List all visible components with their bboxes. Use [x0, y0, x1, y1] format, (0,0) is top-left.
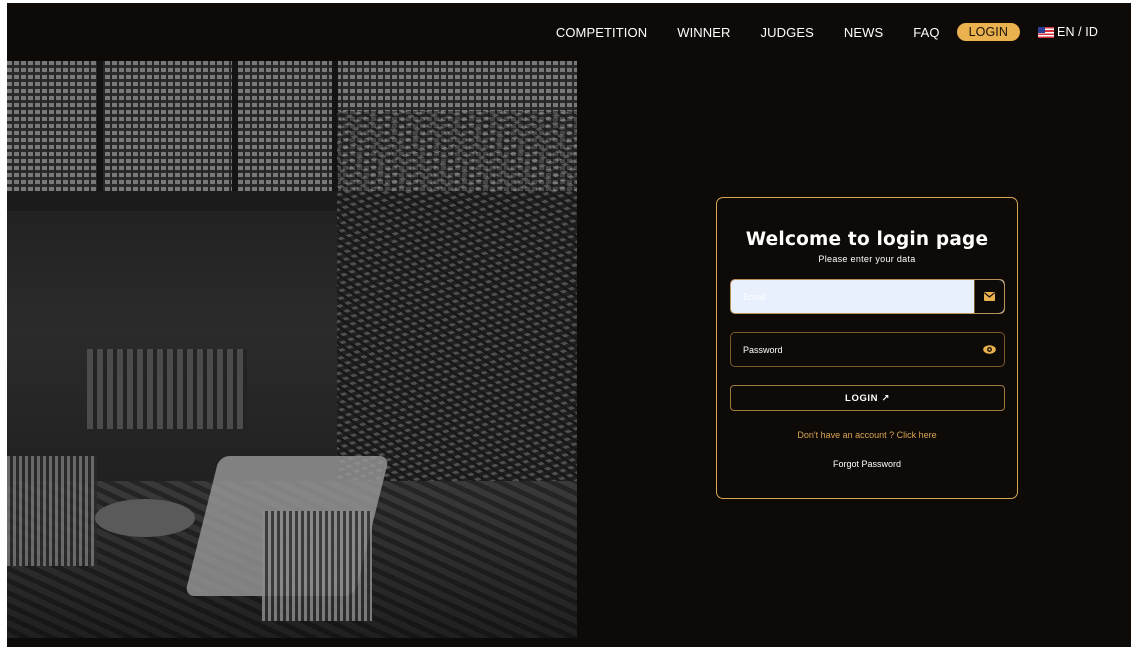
nav-login-button[interactable]: LOGIN	[956, 23, 1021, 41]
signup-link[interactable]: Don't have an account ? Click here	[717, 430, 1017, 440]
login-subtitle: Please enter your data	[818, 254, 916, 264]
page-frame: COMPETITION WINNER JUDGES NEWS FAQ LOGIN…	[7, 3, 1131, 647]
email-field[interactable]: Email	[730, 279, 1005, 314]
us-flag-icon	[1038, 26, 1055, 38]
login-submit-button[interactable]: LOGIN ↗	[730, 385, 1005, 411]
nav-faq[interactable]: FAQ	[913, 25, 939, 40]
forgot-password-link[interactable]: Forgot Password	[717, 459, 1017, 469]
photo-window	[87, 349, 247, 429]
hero-photo	[7, 61, 577, 638]
photo-table	[95, 499, 195, 537]
email-input[interactable]: Email	[731, 292, 974, 302]
password-field[interactable]: Password	[730, 332, 1005, 367]
language-label: EN / ID	[1057, 25, 1098, 39]
language-switcher[interactable]: EN / ID	[1038, 25, 1098, 39]
photo-chair	[262, 511, 372, 621]
photo-chair	[7, 456, 97, 566]
photo-beam	[97, 61, 103, 191]
nav-winner[interactable]: WINNER	[677, 25, 730, 40]
nav-news[interactable]: NEWS	[844, 25, 883, 40]
top-navigation: COMPETITION WINNER JUDGES NEWS FAQ LOGIN…	[7, 3, 1131, 61]
nav-competition[interactable]: COMPETITION	[556, 25, 647, 40]
envelope-icon	[974, 280, 1004, 313]
login-card: Welcome to login page Please enter your …	[716, 197, 1018, 499]
login-title: Welcome to login page	[745, 229, 989, 250]
eye-icon[interactable]	[974, 333, 1004, 366]
nav-judges[interactable]: JUDGES	[761, 25, 814, 40]
password-input[interactable]: Password	[731, 345, 974, 355]
photo-beam	[232, 61, 238, 191]
